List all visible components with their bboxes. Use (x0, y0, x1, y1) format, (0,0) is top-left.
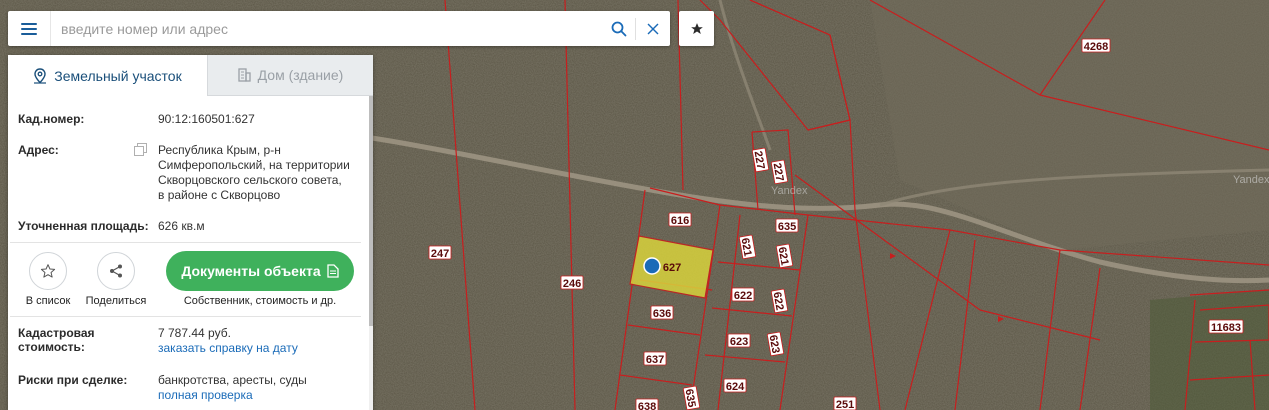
plot-label: 636 (650, 305, 674, 320)
cadastral-number-value[interactable]: 90:12:160501:627 (158, 112, 255, 127)
svg-text:4268: 4268 (1084, 41, 1108, 53)
svg-text:622: 622 (734, 290, 752, 302)
object-documents-button[interactable]: Документы объекта (166, 251, 354, 291)
info-panel: Земельный участок Дом (здание) Кад.номер… (8, 55, 373, 410)
document-icon (326, 264, 339, 278)
yandex-watermark: Yandex (771, 185, 808, 197)
tab-bar: Земельный участок Дом (здание) (8, 55, 373, 96)
plot-label: 247 (428, 245, 452, 260)
svg-text:623: 623 (730, 336, 748, 348)
plot-label: 4268 (1081, 38, 1111, 53)
hamburger-menu-icon (21, 22, 37, 35)
favorites-button[interactable] (679, 11, 714, 46)
plot-label: 623 (727, 333, 751, 348)
svg-text:637: 637 (646, 354, 664, 366)
tab-label: Земельный участок (54, 67, 182, 84)
copy-icon[interactable] (134, 143, 147, 156)
cadastral-cost-value: 7 787.44 руб. заказать справку на дату (158, 326, 298, 356)
search-input[interactable] (50, 11, 602, 46)
plot-label: 638 (635, 398, 659, 410)
plot-label: 246 (560, 275, 584, 290)
svg-text:247: 247 (431, 248, 449, 260)
panel-scrollbar[interactable] (369, 96, 373, 410)
svg-text:11683: 11683 (1211, 322, 1241, 334)
plot-label: 11683 (1208, 319, 1244, 334)
address-label: Адрес: (18, 143, 59, 157)
search-button[interactable] (602, 17, 636, 40)
divider (10, 242, 361, 243)
svg-text:616: 616 (671, 215, 689, 227)
area-label: Уточненная площадь: (18, 219, 149, 233)
area-value: 626 кв.м (158, 219, 205, 233)
plot-label: 616 (668, 212, 692, 227)
plot-label: 624 (723, 378, 747, 393)
risks-value: банкротства, аресты, суды полная проверк… (158, 373, 307, 403)
address-value: Республика Крым, р-н Симферопольский, на… (158, 143, 350, 202)
svg-text:627: 627 (663, 262, 681, 274)
divider (10, 316, 361, 317)
plot-marker-icon[interactable] (643, 257, 661, 275)
close-icon (647, 23, 659, 34)
docs-button-label: Документы объекта (181, 263, 321, 279)
yandex-watermark: Yandex (1233, 174, 1269, 186)
share-icon (110, 264, 122, 278)
plot-label: 635 (775, 218, 799, 233)
svg-text:638: 638 (638, 401, 656, 410)
star-outline-icon (40, 264, 56, 278)
star-icon (690, 22, 703, 34)
tab-label: Дом (здание) (257, 67, 344, 83)
share-label: Поделиться (85, 295, 147, 307)
plot-label: 251 (833, 396, 857, 410)
svg-text:635: 635 (778, 221, 796, 233)
add-to-list-button[interactable] (29, 252, 67, 290)
plot-label: 627 (663, 262, 681, 274)
full-check-link[interactable]: полная проверка (158, 388, 307, 403)
tab-building[interactable]: Дом (здание) (207, 55, 373, 96)
tab-land-plot[interactable]: Земельный участок (8, 55, 207, 96)
svg-text:246: 246 (563, 278, 581, 290)
map-pin-icon (34, 67, 47, 84)
cadastral-number-label: Кад.номер: (18, 112, 85, 126)
search-bar (8, 11, 670, 46)
order-certificate-link[interactable]: заказать справку на дату (158, 341, 298, 356)
menu-button[interactable] (8, 11, 50, 46)
risks-label: Риски при сделке: (18, 373, 128, 387)
svg-text:636: 636 (653, 308, 671, 320)
clear-search-button[interactable] (636, 11, 670, 46)
docs-subtitle: Собственник, стоимость и др. (183, 295, 337, 307)
svg-text:624: 624 (726, 381, 745, 393)
magnifier-icon (611, 21, 626, 36)
plot-label: 622 (731, 287, 755, 302)
plot-label: 637 (643, 351, 667, 366)
share-button[interactable] (97, 252, 135, 290)
svg-text:251: 251 (836, 399, 854, 410)
building-icon (238, 68, 251, 82)
cadastral-cost-label: Кадастровая стоимость: (18, 326, 95, 354)
